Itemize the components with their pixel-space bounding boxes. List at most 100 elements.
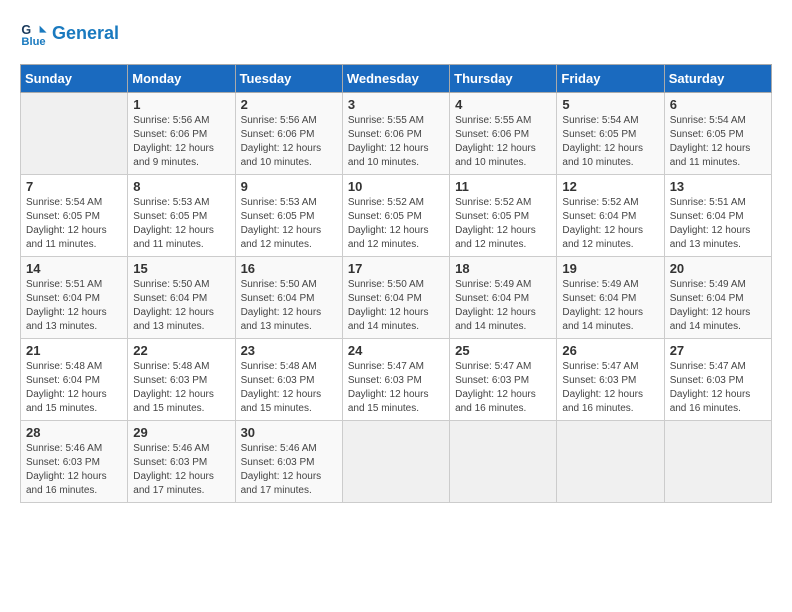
day-info: Sunrise: 5:46 AMSunset: 6:03 PMDaylight:… — [241, 442, 337, 498]
day-info: Sunrise: 5:52 AMSunset: 6:05 PMDaylight:… — [348, 196, 444, 252]
day-info: Sunrise: 5:49 AMSunset: 6:04 PMDaylight:… — [670, 278, 766, 334]
calendar-cell: 7 Sunrise: 5:54 AMSunset: 6:05 PMDaylight… — [21, 175, 128, 257]
logo-icon: G Blue — [20, 20, 48, 48]
calendar-body: 1 Sunrise: 5:56 AMSunset: 6:06 PMDaylight… — [21, 93, 772, 503]
day-number: 16 — [241, 261, 337, 276]
calendar-cell — [450, 421, 557, 503]
day-header-thursday: Thursday — [450, 65, 557, 93]
calendar-cell — [557, 421, 664, 503]
calendar-week-2: 7 Sunrise: 5:54 AMSunset: 6:05 PMDaylight… — [21, 175, 772, 257]
day-number: 20 — [670, 261, 766, 276]
day-number: 21 — [26, 343, 122, 358]
calendar-cell: 15Sunrise: 5:50 AMSunset: 6:04 PMDayligh… — [128, 257, 235, 339]
day-info: Sunrise: 5:50 AMSunset: 6:04 PMDaylight:… — [133, 278, 229, 334]
calendar-cell: 10 Sunrise: 5:52 AMSunset: 6:05 PMDayligh… — [342, 175, 449, 257]
day-info: Sunrise: 5:47 AMSunset: 6:03 PMDaylight:… — [348, 360, 444, 416]
svg-text:G: G — [21, 23, 31, 37]
calendar-cell: 27 Sunrise: 5:47 AMSunset: 6:03 PMDayligh… — [664, 339, 771, 421]
calendar-cell: 23 Sunrise: 5:48 AMSunset: 6:03 PMDayligh… — [235, 339, 342, 421]
calendar-cell: 13 Sunrise: 5:51 AMSunset: 6:04 PMDayligh… — [664, 175, 771, 257]
day-number: 1 — [133, 97, 229, 112]
day-info: Sunrise: 5:55 AMSunset: 6:06 PMDaylight:… — [455, 114, 551, 170]
svg-text:Blue: Blue — [21, 36, 45, 48]
day-header-sunday: Sunday — [21, 65, 128, 93]
calendar-week-5: 28 Sunrise: 5:46 AMSunset: 6:03 PMDayligh… — [21, 421, 772, 503]
calendar-week-3: 14 Sunrise: 5:51 AMSunset: 6:04 PMDayligh… — [21, 257, 772, 339]
calendar-week-4: 21 Sunrise: 5:48 AMSunset: 6:04 PMDayligh… — [21, 339, 772, 421]
calendar-cell: 2 Sunrise: 5:56 AMSunset: 6:06 PMDaylight… — [235, 93, 342, 175]
calendar-table: SundayMondayTuesdayWednesdayThursdayFrid… — [20, 64, 772, 503]
calendar-cell: 12 Sunrise: 5:52 AMSunset: 6:04 PMDayligh… — [557, 175, 664, 257]
calendar-cell: 16 Sunrise: 5:50 AMSunset: 6:04 PMDayligh… — [235, 257, 342, 339]
day-info: Sunrise: 5:52 AMSunset: 6:04 PMDaylight:… — [562, 196, 658, 252]
day-info: Sunrise: 5:53 AMSunset: 6:05 PMDaylight:… — [241, 196, 337, 252]
day-number: 23 — [241, 343, 337, 358]
calendar-cell — [342, 421, 449, 503]
day-info: Sunrise: 5:56 AMSunset: 6:06 PMDaylight:… — [133, 114, 229, 170]
calendar-cell: 4 Sunrise: 5:55 AMSunset: 6:06 PMDaylight… — [450, 93, 557, 175]
calendar-cell: 19 Sunrise: 5:49 AMSunset: 6:04 PMDayligh… — [557, 257, 664, 339]
calendar-cell: 22Sunrise: 5:48 AMSunset: 6:03 PMDayligh… — [128, 339, 235, 421]
day-number: 29 — [133, 425, 229, 440]
day-info: Sunrise: 5:50 AMSunset: 6:04 PMDaylight:… — [241, 278, 337, 334]
day-info: Sunrise: 5:51 AMSunset: 6:04 PMDaylight:… — [670, 196, 766, 252]
day-number: 13 — [670, 179, 766, 194]
calendar-cell — [21, 93, 128, 175]
day-number: 18 — [455, 261, 551, 276]
calendar-cell: 18 Sunrise: 5:49 AMSunset: 6:04 PMDayligh… — [450, 257, 557, 339]
day-info: Sunrise: 5:54 AMSunset: 6:05 PMDaylight:… — [26, 196, 122, 252]
calendar-cell: 5 Sunrise: 5:54 AMSunset: 6:05 PMDaylight… — [557, 93, 664, 175]
day-number: 7 — [26, 179, 122, 194]
day-info: Sunrise: 5:48 AMSunset: 6:04 PMDaylight:… — [26, 360, 122, 416]
day-number: 5 — [562, 97, 658, 112]
day-header-friday: Friday — [557, 65, 664, 93]
day-number: 30 — [241, 425, 337, 440]
logo: G Blue General — [20, 20, 119, 48]
calendar-cell: 8Sunrise: 5:53 AMSunset: 6:05 PMDaylight… — [128, 175, 235, 257]
calendar-cell: 11 Sunrise: 5:52 AMSunset: 6:05 PMDayligh… — [450, 175, 557, 257]
day-number: 11 — [455, 179, 551, 194]
calendar-cell: 20 Sunrise: 5:49 AMSunset: 6:04 PMDayligh… — [664, 257, 771, 339]
day-info: Sunrise: 5:54 AMSunset: 6:05 PMDaylight:… — [670, 114, 766, 170]
calendar-cell: 17 Sunrise: 5:50 AMSunset: 6:04 PMDayligh… — [342, 257, 449, 339]
day-number: 17 — [348, 261, 444, 276]
day-info: Sunrise: 5:47 AMSunset: 6:03 PMDaylight:… — [562, 360, 658, 416]
day-number: 28 — [26, 425, 122, 440]
day-number: 24 — [348, 343, 444, 358]
day-info: Sunrise: 5:51 AMSunset: 6:04 PMDaylight:… — [26, 278, 122, 334]
calendar-cell: 24 Sunrise: 5:47 AMSunset: 6:03 PMDayligh… — [342, 339, 449, 421]
calendar-cell: 1 Sunrise: 5:56 AMSunset: 6:06 PMDaylight… — [128, 93, 235, 175]
day-number: 2 — [241, 97, 337, 112]
day-info: Sunrise: 5:47 AMSunset: 6:03 PMDaylight:… — [455, 360, 551, 416]
calendar-cell: 25 Sunrise: 5:47 AMSunset: 6:03 PMDayligh… — [450, 339, 557, 421]
page-header: G Blue General — [20, 20, 772, 48]
day-number: 8 — [133, 179, 229, 194]
calendar-cell: 9 Sunrise: 5:53 AMSunset: 6:05 PMDaylight… — [235, 175, 342, 257]
day-info: Sunrise: 5:49 AMSunset: 6:04 PMDaylight:… — [562, 278, 658, 334]
day-info: Sunrise: 5:48 AMSunset: 6:03 PMDaylight:… — [241, 360, 337, 416]
day-header-tuesday: Tuesday — [235, 65, 342, 93]
day-number: 10 — [348, 179, 444, 194]
day-number: 27 — [670, 343, 766, 358]
day-info: Sunrise: 5:56 AMSunset: 6:06 PMDaylight:… — [241, 114, 337, 170]
day-number: 14 — [26, 261, 122, 276]
day-number: 9 — [241, 179, 337, 194]
day-header-saturday: Saturday — [664, 65, 771, 93]
day-number: 6 — [670, 97, 766, 112]
day-info: Sunrise: 5:47 AMSunset: 6:03 PMDaylight:… — [670, 360, 766, 416]
day-number: 3 — [348, 97, 444, 112]
day-number: 19 — [562, 261, 658, 276]
day-number: 12 — [562, 179, 658, 194]
day-number: 4 — [455, 97, 551, 112]
day-info: Sunrise: 5:52 AMSunset: 6:05 PMDaylight:… — [455, 196, 551, 252]
day-number: 25 — [455, 343, 551, 358]
day-info: Sunrise: 5:49 AMSunset: 6:04 PMDaylight:… — [455, 278, 551, 334]
day-header-wednesday: Wednesday — [342, 65, 449, 93]
day-info: Sunrise: 5:46 AMSunset: 6:03 PMDaylight:… — [26, 442, 122, 498]
calendar-cell: 30 Sunrise: 5:46 AMSunset: 6:03 PMDayligh… — [235, 421, 342, 503]
day-info: Sunrise: 5:54 AMSunset: 6:05 PMDaylight:… — [562, 114, 658, 170]
day-info: Sunrise: 5:50 AMSunset: 6:04 PMDaylight:… — [348, 278, 444, 334]
calendar-cell: 6 Sunrise: 5:54 AMSunset: 6:05 PMDaylight… — [664, 93, 771, 175]
calendar-cell: 28 Sunrise: 5:46 AMSunset: 6:03 PMDayligh… — [21, 421, 128, 503]
calendar-cell: 26Sunrise: 5:47 AMSunset: 6:03 PMDayligh… — [557, 339, 664, 421]
